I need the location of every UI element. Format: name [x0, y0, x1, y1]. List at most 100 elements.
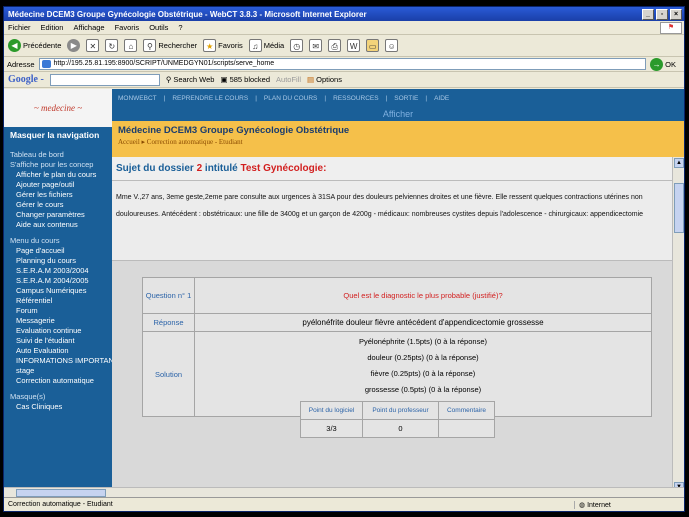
sidebar-item-seram-2004[interactable]: S.E.R.A.M 2004/2005: [10, 276, 112, 286]
answer-label: Réponse: [142, 313, 195, 332]
course-sidebar: ~ medecine ~ Masquer la navigation Table…: [4, 89, 112, 493]
minimize-button[interactable]: _: [642, 8, 654, 20]
scroll-thumb[interactable]: [674, 183, 684, 233]
solution-line: grossesse (0.5pts) (0 à la réponse): [364, 385, 482, 394]
address-bar: Adresse http://195.25.81.195:8900/SCRIPT…: [4, 57, 684, 72]
title-bar: Médecine DCEM3 Groupe Gynécologie Obstét…: [4, 7, 684, 21]
go-button[interactable]: → OK: [650, 57, 676, 71]
sidebar-item-messaging[interactable]: Messagerie: [10, 316, 112, 326]
messenger-button[interactable]: ☺: [385, 39, 399, 52]
forward-button[interactable]: ▶: [67, 39, 81, 52]
print-button[interactable]: ⎙: [328, 39, 342, 52]
menu-help[interactable]: ?: [178, 23, 182, 32]
sidebar-item-add-page[interactable]: Ajouter page/outil: [10, 180, 112, 190]
sidebar-item-auto-correction[interactable]: Correction automatique: [10, 376, 112, 386]
nav-resume-course[interactable]: REPRENDRE LE COURS: [172, 95, 248, 102]
sidebar-item-forum[interactable]: Forum: [10, 306, 112, 316]
media-button[interactable]: ♫ Média: [248, 39, 284, 52]
blocker-icon: ▣: [220, 75, 228, 84]
sidebar-item-home[interactable]: Page d'accueil: [10, 246, 112, 256]
refresh-button[interactable]: ↻: [105, 39, 119, 52]
course-menu-section: Menu du cours Page d'accueil Planning du…: [4, 236, 112, 386]
vertical-scrollbar[interactable]: ▲ ▼: [672, 157, 684, 493]
hidden-section: Masque(s) Cas Cliniques: [4, 392, 112, 412]
home-button[interactable]: ⌂: [124, 39, 138, 52]
horizontal-scrollbar[interactable]: [4, 487, 684, 497]
course-top-nav: MONWEBCT | REPRENDRE LE COURS | PLAN DU CO…: [112, 89, 684, 107]
sidebar-item-campus[interactable]: Campus Numériques: [10, 286, 112, 296]
question-label: Question n° 1: [142, 277, 195, 314]
comment-value: [438, 419, 495, 438]
menu-edit[interactable]: Edition: [41, 23, 64, 32]
sidebar-item-manage-course[interactable]: Gérer le cours: [10, 200, 112, 210]
page-content: ~ medecine ~ Masquer la navigation Table…: [4, 89, 684, 493]
main-panel: MONWEBCT | REPRENDRE LE COURS | PLAN DU CO…: [112, 89, 684, 493]
mail-button[interactable]: ✉: [309, 39, 323, 52]
google-search-input[interactable]: [49, 73, 160, 86]
sidebar-item-referential[interactable]: Référentiel: [10, 296, 112, 306]
nav-help[interactable]: AIDE: [434, 95, 449, 102]
hide-navigation-link[interactable]: Masquer la navigation: [4, 127, 112, 144]
maximize-button[interactable]: ▫: [656, 8, 668, 20]
word-button[interactable]: W: [347, 39, 361, 52]
correction-page: Sujet du dossier 2 intitulé Test Gynécol…: [112, 157, 672, 493]
show-link[interactable]: Afficher: [112, 107, 684, 121]
page-scroll-area: Sujet du dossier 2 intitulé Test Gynécol…: [112, 157, 684, 493]
score-value-row: 3/3 0: [300, 419, 495, 438]
scroll-up-icon[interactable]: ▲: [674, 158, 684, 168]
history-icon: ◷: [290, 39, 304, 52]
history-button[interactable]: ◷: [290, 39, 304, 52]
horizontal-scroll-thumb[interactable]: [16, 489, 106, 497]
mail-icon: ✉: [309, 39, 323, 52]
sidebar-item-show-plan[interactable]: Afficher le plan du cours: [10, 170, 112, 180]
go-arrow-icon: →: [650, 57, 664, 71]
sidebar-item-evaluation[interactable]: Evaluation continue: [10, 326, 112, 336]
address-input[interactable]: http://195.25.81.195:8900/SCRIPT/UNMEDGY…: [38, 58, 647, 70]
options-button[interactable]: ▤ Options: [307, 75, 342, 84]
google-logo[interactable]: Google -: [8, 74, 44, 85]
sidebar-item-planning[interactable]: Planning du cours: [10, 256, 112, 266]
search-web-button[interactable]: ⚲ Search Web: [166, 75, 215, 84]
webct-logo: ~ medecine ~: [4, 89, 112, 127]
back-button[interactable]: ◀ Précédente: [8, 39, 61, 52]
window-title: Médecine DCEM3 Groupe Gynécologie Obstét…: [8, 9, 367, 19]
nav-course-plan[interactable]: PLAN DU COURS: [264, 95, 317, 102]
sidebar-item-change-settings[interactable]: Changer paramètres: [10, 210, 112, 220]
menu-view[interactable]: Affichage: [73, 23, 104, 32]
sidebar-item-student-tracking[interactable]: Suivi de l'étudiant: [10, 336, 112, 346]
dashboard-heading: Tableau de bord: [10, 150, 64, 159]
stop-button[interactable]: ✕: [86, 39, 100, 52]
sidebar-item-content-help[interactable]: Aide aux contenus: [10, 220, 112, 230]
hidden-heading: Masque(s): [10, 392, 46, 401]
menu-bar: Fichier Edition Affichage Favoris Outils…: [4, 21, 684, 35]
sidebar-item-self-evaluation[interactable]: Auto Evaluation: [10, 346, 112, 356]
software-points-value: 3/3: [300, 419, 363, 438]
nav-exit[interactable]: SORTIE: [394, 95, 418, 102]
autofill-button[interactable]: AutoFill: [276, 75, 301, 84]
sidebar-item-seram-2003[interactable]: S.E.R.A.M 2003/2004: [10, 266, 112, 276]
menu-file[interactable]: Fichier: [8, 23, 31, 32]
menu-favorites[interactable]: Favoris: [115, 23, 140, 32]
menu-tools[interactable]: Outils: [149, 23, 168, 32]
sidebar-item-important-info[interactable]: INFORMATIONS IMPORTANTES: [10, 356, 112, 366]
breadcrumb-home[interactable]: Accueil: [118, 138, 140, 146]
folder-icon: ▭: [366, 39, 380, 52]
question-row: Question n° 1 Quel est le diagnostic le …: [142, 277, 652, 314]
stop-icon: ✕: [86, 39, 100, 52]
back-arrow-icon: ◀: [8, 39, 21, 52]
nav-resources[interactable]: RESSOURCES: [333, 95, 379, 102]
popup-blocker-button[interactable]: ▣ 585 blocked: [220, 75, 270, 84]
toolbar: ◀ Précédente ▶ ✕ ↻ ⌂ ⚲ Rechercher ★ Favoris…: [4, 35, 684, 57]
favorites-button[interactable]: ★ Favoris: [203, 39, 243, 52]
close-button[interactable]: ×: [670, 8, 682, 20]
sidebar-item-clinical-cases[interactable]: Cas Cliniques: [10, 402, 112, 412]
folder-button[interactable]: ▭: [366, 39, 380, 52]
software-points-header: Point du logiciel: [300, 401, 363, 420]
sidebar-item-manage-files[interactable]: Gérer les fichiers: [10, 190, 112, 200]
search-button[interactable]: ⚲ Rechercher: [143, 39, 197, 52]
nav-mywebct[interactable]: MONWEBCT: [118, 95, 157, 102]
status-bar: Correction automatique - Etudiant ◍ Inte…: [4, 497, 684, 511]
sidebar-item-stage[interactable]: stage: [10, 366, 112, 376]
solution-line: fièvre (0.25pts) (0 à la réponse): [370, 369, 476, 378]
score-header-row: Point du logiciel Point du professeur Co…: [300, 401, 495, 420]
